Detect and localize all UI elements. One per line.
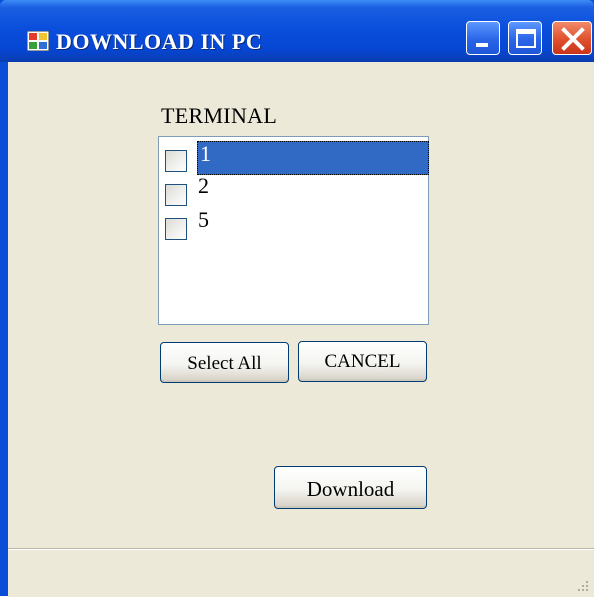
- list-item[interactable]: 2: [163, 173, 425, 207]
- download-window: DOWNLOAD IN PC TERMINAL 1 2 5 Select All…: [0, 0, 594, 597]
- close-icon: [561, 27, 585, 51]
- download-button[interactable]: Download: [274, 466, 427, 509]
- list-item[interactable]: 5: [163, 207, 425, 241]
- title-bar[interactable]: DOWNLOAD IN PC: [0, 0, 594, 62]
- maximize-icon: [516, 29, 536, 48]
- checkbox[interactable]: [165, 150, 187, 172]
- terminal-checklist[interactable]: 1 2 5: [158, 136, 429, 325]
- checkbox[interactable]: [165, 184, 187, 206]
- minimize-icon: [476, 43, 488, 47]
- close-button[interactable]: [552, 21, 592, 55]
- list-item-label: 5: [198, 207, 209, 232]
- status-bar: [8, 548, 594, 597]
- list-item-label: 1: [200, 141, 211, 166]
- cancel-button[interactable]: CANCEL: [298, 341, 427, 382]
- resize-grip-icon[interactable]: [574, 577, 590, 593]
- maximize-button[interactable]: [508, 21, 542, 55]
- selection-highlight: [197, 141, 429, 175]
- window-title: DOWNLOAD IN PC: [56, 29, 263, 54]
- checkbox[interactable]: [165, 218, 187, 240]
- app-icon: [27, 31, 49, 51]
- select-all-button[interactable]: Select All: [160, 342, 289, 383]
- list-item[interactable]: 1: [163, 139, 429, 175]
- minimize-button[interactable]: [466, 21, 500, 55]
- list-item-label: 2: [198, 173, 209, 198]
- terminal-label: TERMINAL: [161, 103, 278, 128]
